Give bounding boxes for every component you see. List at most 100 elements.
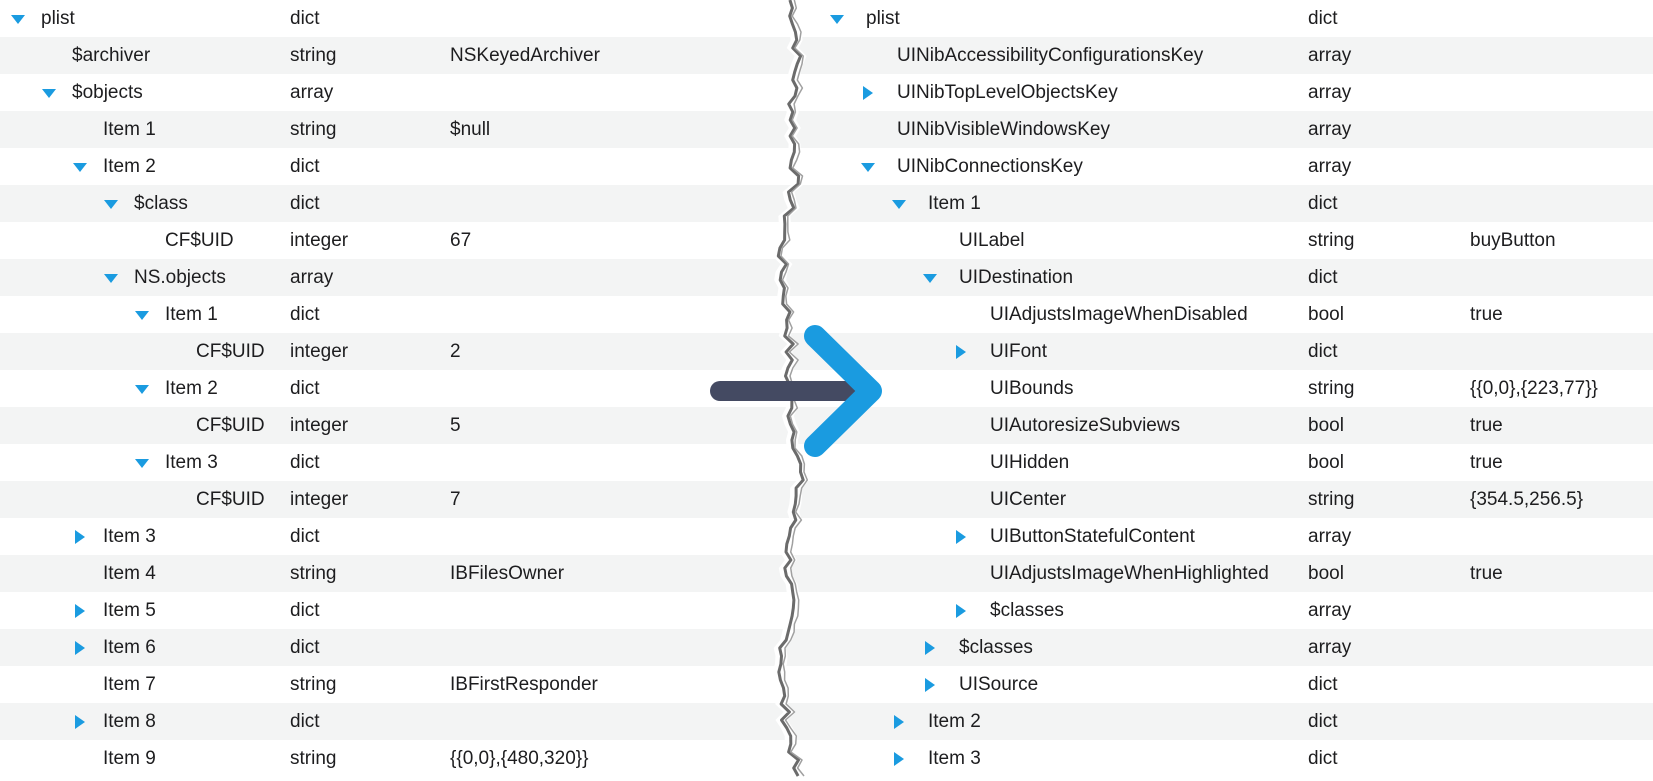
outline-row[interactable]: $classes array xyxy=(790,629,1653,666)
outline-row[interactable]: UINibTopLevelObjectsKey array xyxy=(790,74,1653,111)
disclosure-triangle-down-icon[interactable] xyxy=(921,259,939,296)
row-type: integer xyxy=(290,230,349,251)
disclosure-triangle-right-icon[interactable] xyxy=(921,629,939,666)
outline-row[interactable]: UILabel string buyButton xyxy=(790,222,1653,259)
outline-row[interactable]: Item 1 dict xyxy=(0,296,790,333)
outline-row[interactable]: CF$UID integer 5 xyxy=(0,407,790,444)
outline-row[interactable]: CF$UID integer 67 xyxy=(0,222,790,259)
outline-row[interactable]: Item 1 dict xyxy=(790,185,1653,222)
disclosure-triangle-right-icon[interactable] xyxy=(71,592,89,629)
row-key: plist xyxy=(41,8,75,29)
row-key: UIDestination xyxy=(959,267,1074,288)
row-key: UIBounds xyxy=(990,378,1074,399)
outline-row[interactable]: $archiver string NSKeyedArchiver xyxy=(0,37,790,74)
outline-row[interactable]: Item 5 dict xyxy=(0,592,790,629)
outline-row[interactable]: UIFont dict xyxy=(790,333,1653,370)
disclosure-triangle-right-icon[interactable] xyxy=(890,740,908,777)
outline-row[interactable]: UIAdjustsImageWhenHighlighted bool true xyxy=(790,555,1653,592)
row-key: CF$UID xyxy=(196,341,265,362)
row-key: NS.objects xyxy=(134,267,226,288)
row-value: true xyxy=(1470,452,1503,473)
disclosure-triangle-right-icon[interactable] xyxy=(890,703,908,740)
row-type: array xyxy=(1308,82,1352,103)
outline-row[interactable]: plist dict xyxy=(0,0,790,37)
left-plist-outline: plist dict $archiver string NSKeyedArchiver $… xyxy=(0,0,790,777)
outline-row[interactable]: UIHidden bool true xyxy=(790,444,1653,481)
outline-row[interactable]: plist dict xyxy=(790,0,1653,37)
outline-row[interactable]: NS.objects array xyxy=(0,259,790,296)
outline-row[interactable]: Item 7 string IBFirstResponder xyxy=(0,666,790,703)
row-value: buyButton xyxy=(1470,230,1556,251)
row-type: dict xyxy=(1308,8,1338,29)
row-key: Item 1 xyxy=(165,304,218,325)
row-key: $classes xyxy=(959,637,1033,658)
row-key: UIButtonStatefulContent xyxy=(990,526,1195,547)
disclosure-triangle-down-icon[interactable] xyxy=(859,148,877,185)
row-key: Item 3 xyxy=(165,452,218,473)
row-value: IBFirstResponder xyxy=(450,674,598,695)
disclosure-triangle-right-icon[interactable] xyxy=(859,74,877,111)
row-key: Item 9 xyxy=(103,748,156,769)
outline-row[interactable]: Item 2 dict xyxy=(0,370,790,407)
row-type: string xyxy=(290,119,337,140)
disclosure-triangle-down-icon[interactable] xyxy=(133,444,151,481)
disclosure-triangle-right-icon[interactable] xyxy=(71,703,89,740)
outline-row[interactable]: Item 2 dict xyxy=(0,148,790,185)
outline-row[interactable]: Item 4 string IBFilesOwner xyxy=(0,555,790,592)
outline-row[interactable]: Item 3 dict xyxy=(0,518,790,555)
outline-row[interactable]: UIButtonStatefulContent array xyxy=(790,518,1653,555)
outline-row[interactable]: CF$UID integer 7 xyxy=(0,481,790,518)
outline-row[interactable]: UISource dict xyxy=(790,666,1653,703)
outline-row[interactable]: UIBounds string {{0,0},{223,77}} xyxy=(790,370,1653,407)
row-type: integer xyxy=(290,489,349,510)
outline-row[interactable]: Item 6 dict xyxy=(0,629,790,666)
outline-row[interactable]: UIAdjustsImageWhenDisabled bool true xyxy=(790,296,1653,333)
outline-row[interactable]: Item 3 dict xyxy=(790,740,1653,777)
row-key: Item 3 xyxy=(928,748,981,769)
outline-row[interactable]: UIAutoresizeSubviews bool true xyxy=(790,407,1653,444)
row-type: string xyxy=(290,45,337,66)
disclosure-triangle-down-icon[interactable] xyxy=(9,0,27,37)
row-key: Item 8 xyxy=(103,711,156,732)
disclosure-triangle-right-icon[interactable] xyxy=(71,629,89,666)
disclosure-triangle-right-icon[interactable] xyxy=(921,666,939,703)
row-value: IBFilesOwner xyxy=(450,563,565,584)
row-key: $classes xyxy=(990,600,1064,621)
row-value: 2 xyxy=(450,341,461,362)
outline-row[interactable]: Item 8 dict xyxy=(0,703,790,740)
outline-row[interactable]: $class dict xyxy=(0,185,790,222)
row-type: dict xyxy=(290,156,320,177)
row-type: array xyxy=(290,267,334,288)
outline-row[interactable]: CF$UID integer 2 xyxy=(0,333,790,370)
outline-row[interactable]: $classes array xyxy=(790,592,1653,629)
row-key: Item 2 xyxy=(103,156,156,177)
disclosure-triangle-right-icon[interactable] xyxy=(952,518,970,555)
outline-row[interactable]: Item 2 dict xyxy=(790,703,1653,740)
outline-row[interactable]: UINibVisibleWindowsKey array xyxy=(790,111,1653,148)
outline-row[interactable]: Item 1 string $null xyxy=(0,111,790,148)
row-key: UINibConnectionsKey xyxy=(897,156,1083,177)
disclosure-triangle-down-icon[interactable] xyxy=(40,74,58,111)
outline-row[interactable]: $objects array xyxy=(0,74,790,111)
disclosure-triangle-down-icon[interactable] xyxy=(133,370,151,407)
disclosure-triangle-down-icon[interactable] xyxy=(102,185,120,222)
disclosure-triangle-right-icon[interactable] xyxy=(71,518,89,555)
outline-row[interactable]: UIDestination dict xyxy=(790,259,1653,296)
outline-row[interactable]: Item 3 dict xyxy=(0,444,790,481)
outline-row[interactable]: UINibConnectionsKey array xyxy=(790,148,1653,185)
disclosure-triangle-down-icon[interactable] xyxy=(828,0,846,37)
disclosure-triangle-down-icon[interactable] xyxy=(890,185,908,222)
disclosure-triangle-down-icon[interactable] xyxy=(133,296,151,333)
disclosure-triangle-down-icon[interactable] xyxy=(71,148,89,185)
outline-row[interactable]: UINibAccessibilityConfigurationsKey array xyxy=(790,37,1653,74)
disclosure-triangle-down-icon[interactable] xyxy=(102,259,120,296)
disclosure-triangle-right-icon[interactable] xyxy=(952,333,970,370)
row-value: true xyxy=(1470,304,1503,325)
outline-row[interactable]: UICenter string {354.5,256.5} xyxy=(790,481,1653,518)
row-type: string xyxy=(1308,378,1355,399)
outline-row[interactable]: Item 9 string {{0,0},{480,320}} xyxy=(0,740,790,777)
disclosure-triangle-right-icon[interactable] xyxy=(952,592,970,629)
row-type: dict xyxy=(1308,341,1338,362)
row-type: string xyxy=(290,563,337,584)
row-key: Item 6 xyxy=(103,637,156,658)
